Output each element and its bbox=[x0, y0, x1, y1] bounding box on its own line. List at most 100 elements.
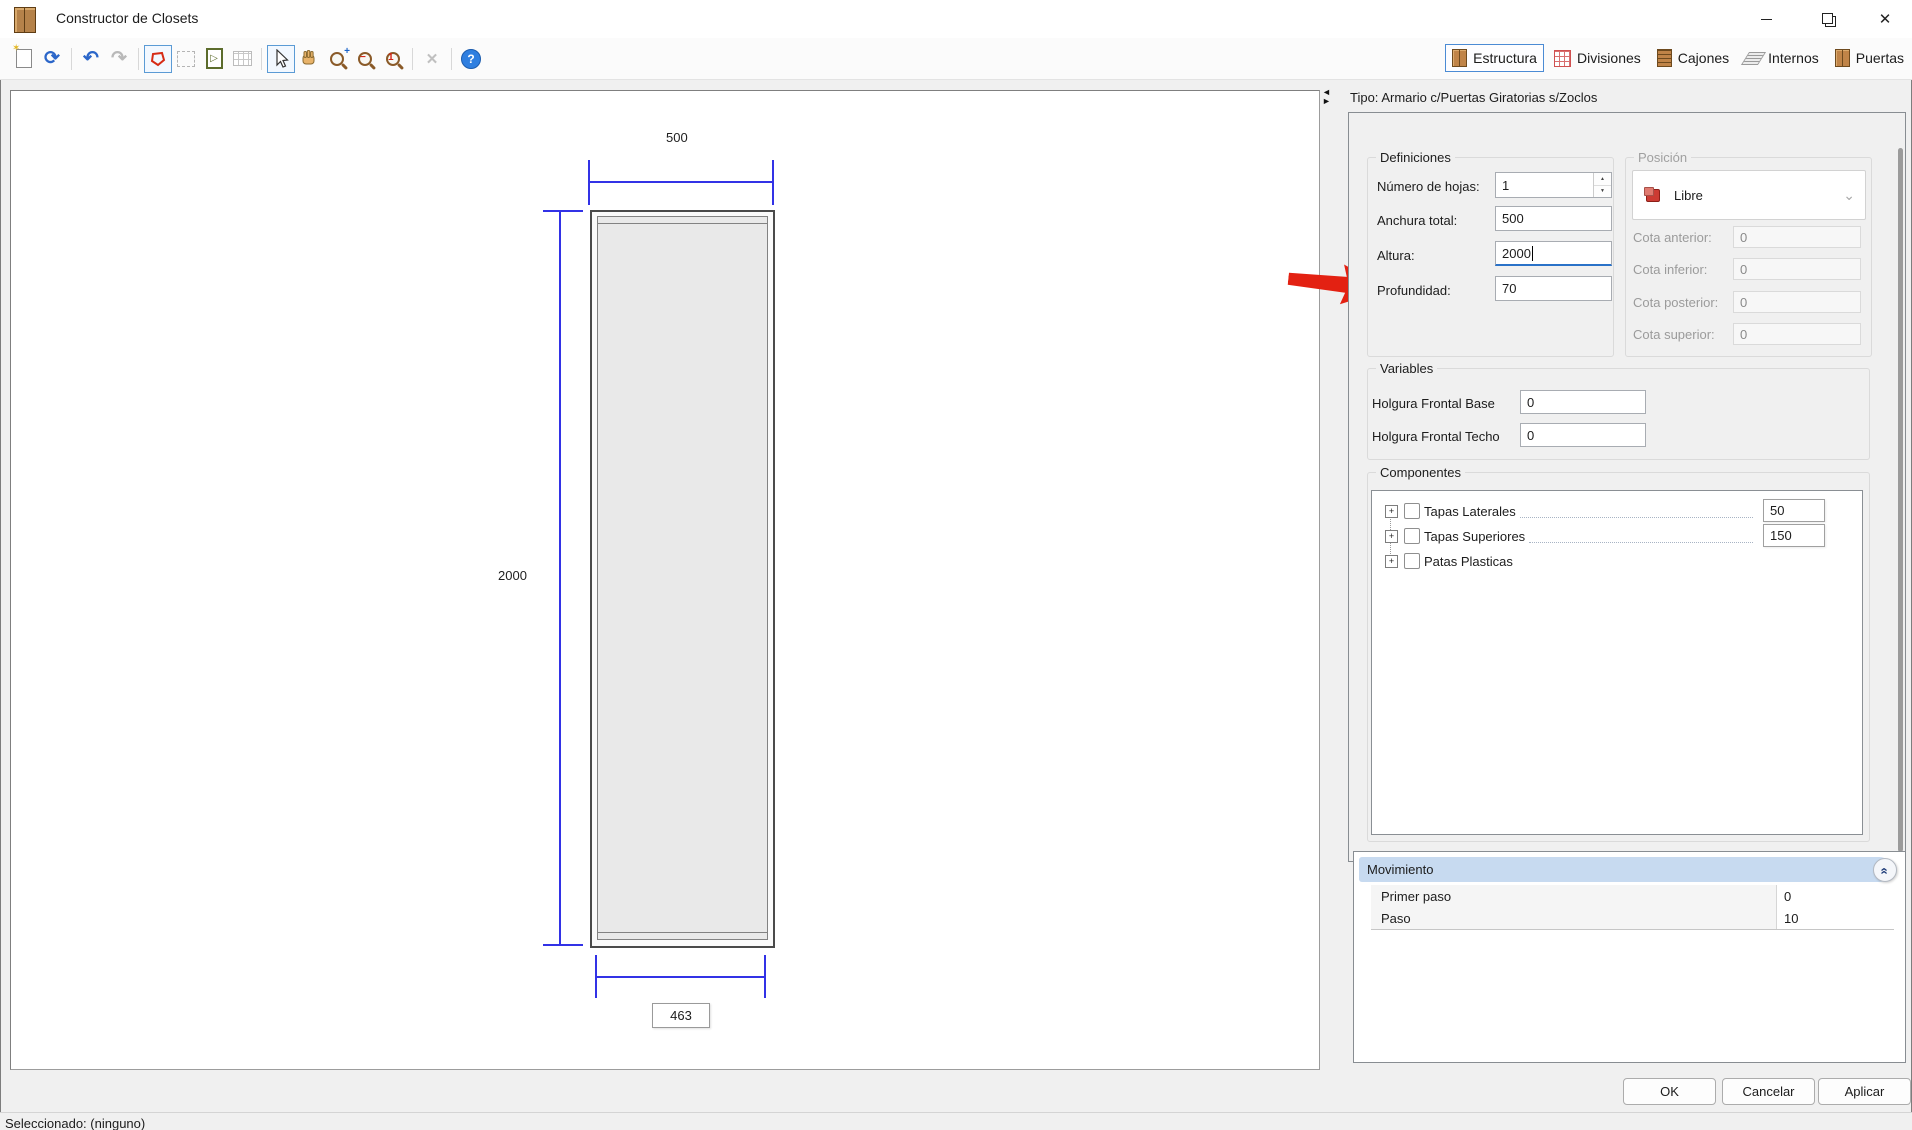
cota-superior-value: 0 bbox=[1740, 327, 1747, 342]
holgura-base-field[interactable]: 0 bbox=[1520, 390, 1646, 414]
minimize-button[interactable] bbox=[1743, 0, 1789, 38]
wardrobe-top-panel-line bbox=[598, 223, 767, 224]
apply-button[interactable]: Aplicar bbox=[1818, 1078, 1911, 1105]
selection-marquee-button[interactable] bbox=[172, 45, 200, 73]
new-document-button[interactable]: ✶ bbox=[10, 45, 38, 73]
status-text: Seleccionado: (ninguno) bbox=[5, 1116, 145, 1130]
movimiento-panel: Movimiento « Primer paso 0 Paso 10 bbox=[1353, 851, 1906, 1063]
cota-posterior-value: 0 bbox=[1740, 295, 1747, 310]
cota-superior-label: Cota superior: bbox=[1633, 327, 1715, 342]
movimiento-header: Movimiento bbox=[1359, 857, 1892, 882]
tapas-laterales-value-field[interactable]: 50 bbox=[1763, 499, 1825, 522]
variables-title: Variables bbox=[1376, 361, 1437, 376]
delete-button[interactable]: ✕ bbox=[418, 45, 446, 73]
toolbar-separator bbox=[138, 48, 139, 70]
primer-paso-field[interactable]: 0 bbox=[1776, 885, 1894, 907]
leader-line bbox=[1520, 504, 1753, 517]
paso-label: Paso bbox=[1371, 911, 1411, 926]
left-dimension-label: 2000 bbox=[498, 568, 527, 583]
select-cursor-button[interactable] bbox=[267, 45, 295, 73]
cota-anterior-label: Cota anterior: bbox=[1633, 230, 1712, 245]
tab-puertas[interactable]: Puertas bbox=[1829, 45, 1910, 71]
tapas-superiores-checkbox[interactable] bbox=[1404, 528, 1420, 544]
bottom-dimension-field[interactable]: 463 bbox=[652, 1003, 710, 1028]
cursor-icon bbox=[273, 49, 289, 69]
draw-structure-icon bbox=[149, 50, 167, 68]
tree-item-label[interactable]: Tapas Superiores bbox=[1424, 529, 1525, 544]
wardrobe-icon bbox=[1452, 49, 1467, 67]
restore-button[interactable] bbox=[1805, 0, 1851, 38]
hojas-field[interactable]: 1 ▲ ▼ bbox=[1495, 172, 1612, 198]
caret-right-icon: ► bbox=[1322, 97, 1331, 106]
zoom-window-icon bbox=[330, 52, 344, 66]
tree-item-label[interactable]: Patas Plasticas bbox=[1424, 554, 1513, 569]
zoom-actual-button[interactable]: 1 bbox=[379, 45, 407, 73]
chevron-down-icon: ⌄ bbox=[1843, 187, 1855, 204]
zoom-window-button[interactable]: + bbox=[323, 45, 351, 73]
patas-plasticas-checkbox[interactable] bbox=[1404, 553, 1420, 569]
close-button[interactable]: ✕ bbox=[1862, 0, 1908, 38]
movimiento-row: Primer paso 0 bbox=[1371, 885, 1894, 908]
tree-row-tapas-superiores: + Tapas Superiores bbox=[1385, 525, 1757, 547]
wardrobe-interior bbox=[597, 216, 768, 940]
altura-value: 2000 bbox=[1502, 246, 1531, 261]
movimiento-collapse-button[interactable]: « bbox=[1873, 858, 1897, 882]
bottom-dimension-line bbox=[595, 976, 766, 978]
holgura-techo-field[interactable]: 0 bbox=[1520, 423, 1646, 447]
tapas-laterales-checkbox[interactable] bbox=[1404, 503, 1420, 519]
zoom-out-button[interactable]: − bbox=[351, 45, 379, 73]
cancel-button[interactable]: Cancelar bbox=[1722, 1078, 1815, 1105]
expand-icon[interactable]: + bbox=[1385, 530, 1398, 543]
panel-scrollbar[interactable] bbox=[1898, 148, 1903, 852]
componentes-title: Componentes bbox=[1376, 465, 1465, 480]
tab-divisiones[interactable]: Divisiones bbox=[1548, 46, 1647, 71]
grid-tool-icon bbox=[233, 51, 252, 66]
holgura-techo-label: Holgura Frontal Techo bbox=[1372, 429, 1500, 444]
panel-collapse-toggle[interactable]: ◄ ► bbox=[1322, 88, 1331, 106]
tree-item-label[interactable]: Tapas Laterales bbox=[1424, 504, 1516, 519]
toolbar-separator bbox=[412, 48, 413, 70]
tab-cajones[interactable]: Cajones bbox=[1651, 45, 1735, 71]
definiciones-title: Definiciones bbox=[1376, 150, 1455, 165]
refresh-icon: ⟳ bbox=[44, 47, 60, 70]
hojas-value: 1 bbox=[1502, 178, 1509, 193]
window-title: Constructor de Closets bbox=[56, 10, 198, 26]
posicion-selected-value: Libre bbox=[1674, 188, 1703, 203]
dimension-tick bbox=[543, 210, 583, 212]
paso-field[interactable]: 10 bbox=[1776, 907, 1894, 929]
grid-tool-button[interactable] bbox=[228, 45, 256, 73]
holgura-base-label: Holgura Frontal Base bbox=[1372, 396, 1495, 411]
pan-hand-button[interactable] bbox=[295, 45, 323, 73]
cota-inferior-value: 0 bbox=[1740, 262, 1747, 277]
tab-estructura[interactable]: Estructura bbox=[1445, 44, 1544, 72]
profundidad-field[interactable]: 70 bbox=[1495, 276, 1612, 301]
tab-label: Internos bbox=[1768, 50, 1819, 66]
top-dimension-label: 500 bbox=[666, 130, 688, 145]
help-button[interactable]: ? bbox=[457, 45, 485, 73]
ok-button[interactable]: OK bbox=[1623, 1078, 1716, 1105]
draw-structure-button[interactable] bbox=[144, 45, 172, 73]
selection-marquee-icon bbox=[177, 51, 195, 67]
double-chevron-up-icon: « bbox=[1877, 867, 1892, 873]
tapas-superiores-value-field[interactable]: 150 bbox=[1763, 524, 1825, 547]
expand-icon[interactable]: + bbox=[1385, 555, 1398, 568]
dimension-tick bbox=[543, 944, 583, 946]
leader-line bbox=[1529, 529, 1753, 542]
hojas-spinner[interactable]: ▲ ▼ bbox=[1593, 173, 1611, 197]
undo-button[interactable]: ↶ bbox=[77, 45, 105, 73]
tab-internos[interactable]: Internos bbox=[1739, 46, 1825, 70]
posicion-dropdown[interactable]: Libre ⌄ bbox=[1632, 170, 1866, 220]
tapas-laterales-value: 50 bbox=[1770, 503, 1784, 518]
door-tool-button[interactable]: ▷ bbox=[200, 45, 228, 73]
bottom-dimension-value: 463 bbox=[670, 1008, 692, 1023]
expand-icon[interactable]: + bbox=[1385, 505, 1398, 518]
close-icon: ✕ bbox=[1879, 10, 1892, 28]
shelves-icon bbox=[1741, 52, 1766, 65]
altura-label: Altura: bbox=[1377, 248, 1415, 263]
refresh-button[interactable]: ⟳ bbox=[38, 45, 66, 73]
title-bar: Constructor de Closets ✕ bbox=[0, 0, 1912, 38]
drawers-icon bbox=[1657, 49, 1672, 67]
redo-button[interactable]: ↷ bbox=[105, 45, 133, 73]
anchura-field[interactable]: 500 bbox=[1495, 206, 1612, 231]
altura-field[interactable]: 2000 bbox=[1495, 241, 1612, 266]
